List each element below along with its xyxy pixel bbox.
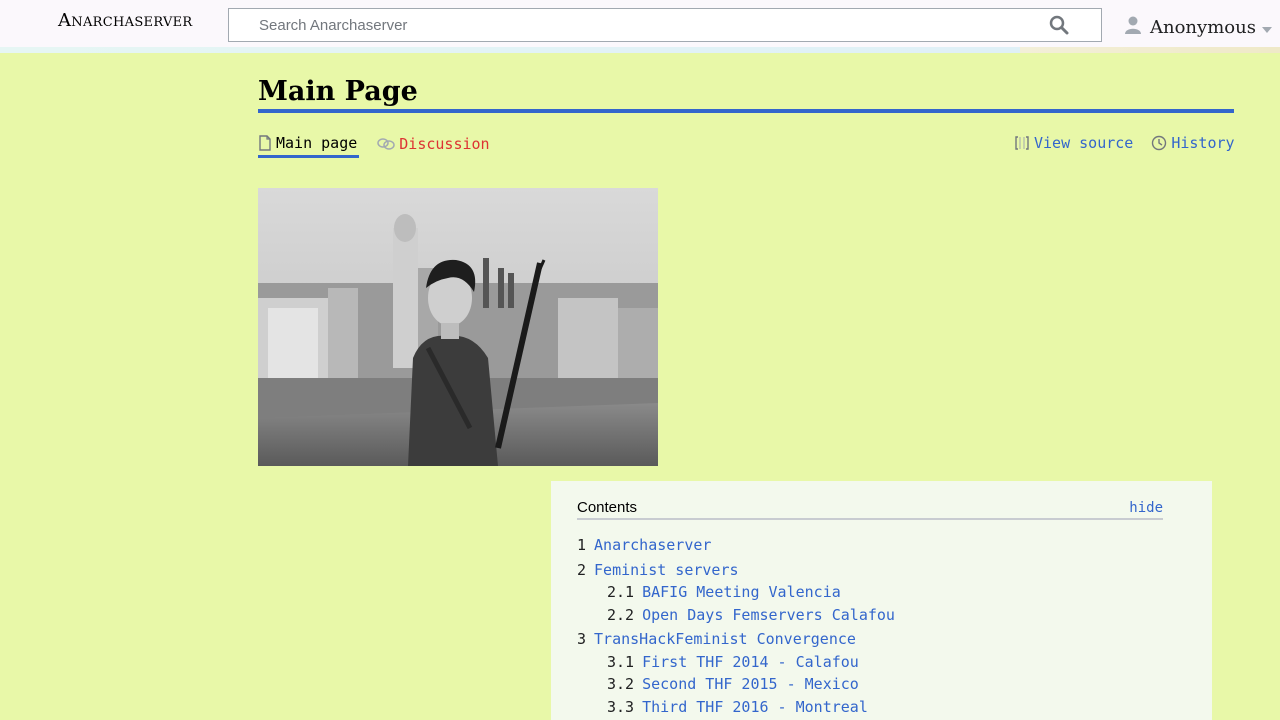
toc-item: 3 TransHackFeminist Convergence	[577, 628, 1163, 651]
toc-link[interactable]: Feminist servers	[594, 561, 739, 579]
tab-discussion-label: Discussion	[399, 135, 490, 153]
hero-photo[interactable]	[258, 188, 658, 466]
tab-view-source-label: View source	[1034, 134, 1134, 152]
toc-header: Contents hide	[577, 498, 1163, 520]
tab-main-page[interactable]: Main page	[258, 130, 360, 158]
toc-sublist: 2.1 BAFIG Meeting Valencia 2.2 Open Days F…	[607, 581, 1163, 626]
toc-number: 1	[577, 536, 587, 554]
clock-icon	[1151, 135, 1167, 151]
site-logo[interactable]: Anarchaserver	[58, 10, 193, 31]
toc-number: 3.3	[607, 697, 635, 716]
toc-link[interactable]: Anarchaserver	[594, 536, 711, 554]
toc-number: 3	[577, 630, 587, 648]
table-of-contents: Contents hide 1 Anarchaserver 2 Feminist s…	[551, 481, 1212, 720]
toc-link[interactable]: First THF 2014 - Calafou	[642, 653, 859, 671]
tab-view-source[interactable]: View source	[1014, 129, 1133, 157]
toc-list: 1 Anarchaserver 2 Feminist servers 2.1 BAFI…	[577, 534, 1163, 718]
user-name: Anonymous	[1150, 16, 1256, 38]
toc-sublist: 3.1 First THF 2014 - Calafou 3.2 Second TH…	[607, 651, 1163, 719]
toc-link[interactable]: Third THF 2016 - Montreal	[642, 698, 868, 716]
toc-hide-toggle[interactable]: hide	[1129, 500, 1163, 516]
toc-item: 3.1 First THF 2014 - Calafou	[607, 651, 1163, 674]
search-box	[228, 8, 1102, 42]
tab-main-page-label: Main page	[276, 133, 358, 152]
tab-history-label: History	[1171, 134, 1235, 152]
speech-bubbles-icon	[377, 137, 396, 151]
toc-section: 1 Anarchaserver	[577, 534, 1163, 557]
user-icon	[1124, 15, 1142, 39]
toc-number: 3.2	[607, 675, 635, 693]
toc-number: 3.1	[607, 652, 635, 671]
toc-link[interactable]: Second THF 2015 - Mexico	[642, 675, 859, 693]
toc-link[interactable]: Open Days Femservers Calafou	[642, 606, 895, 624]
toc-item: 2.1 BAFIG Meeting Valencia	[607, 581, 1163, 604]
page-tabs: Main page Discussion	[258, 130, 508, 158]
chevron-down-icon	[1261, 18, 1272, 37]
toc-item: 3.3 Third THF 2016 - Montreal	[607, 696, 1163, 719]
search-input[interactable]	[259, 9, 1039, 41]
header-divider	[0, 47, 1280, 53]
search-icon[interactable]	[1049, 15, 1071, 37]
toc-number: 2	[577, 560, 587, 579]
toc-number: 2.1	[607, 583, 635, 601]
page-icon	[258, 134, 272, 151]
tab-history[interactable]: History	[1151, 129, 1235, 157]
toc-section: 3 TransHackFeminist Convergence 3.1 First …	[577, 628, 1163, 718]
page-actions: View source History	[1014, 130, 1235, 156]
toc-title: Contents	[577, 499, 638, 516]
toc-link[interactable]: TransHackFeminist Convergence	[594, 630, 856, 648]
tab-discussion[interactable]: Discussion	[377, 130, 490, 158]
toc-item: 2.2 Open Days Femservers Calafou	[607, 604, 1163, 627]
toc-number: 2.2	[607, 605, 635, 624]
toc-section: 2 Feminist servers 2.1 BAFIG Meeting Valen…	[577, 559, 1163, 627]
toc-item: 1 Anarchaserver	[577, 534, 1163, 557]
code-brackets-icon	[1014, 136, 1030, 150]
toc-item: 3.2 Second THF 2015 - Mexico	[607, 673, 1163, 696]
toc-item: 2 Feminist servers	[577, 559, 1163, 582]
toc-link[interactable]: BAFIG Meeting Valencia	[642, 583, 841, 601]
page-title: Main Page	[258, 76, 1234, 113]
site-header: Anarchaserver Anonymous	[0, 0, 1280, 47]
user-menu[interactable]: Anonymous	[1124, 14, 1272, 40]
